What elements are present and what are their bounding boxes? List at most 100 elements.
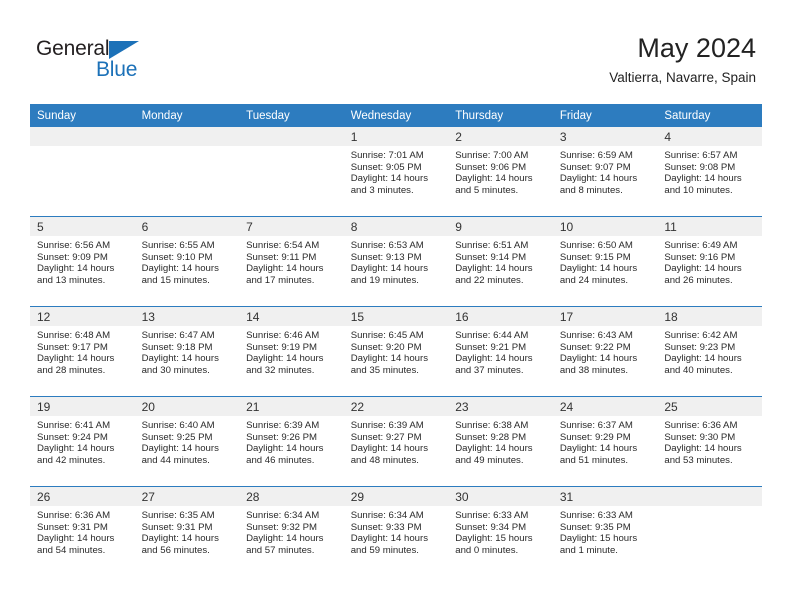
day-details: Sunrise: 6:34 AM Sunset: 9:32 PM Daylight:… — [239, 506, 344, 556]
daylight-text-line1: Daylight: 14 hours — [350, 533, 429, 545]
day-number — [657, 487, 762, 506]
calendar-day-cell[interactable]: 21 Sunrise: 6:39 AM Sunset: 9:26 PM Dayligh… — [239, 396, 344, 487]
daylight-text-line2: and 8 minutes. — [559, 184, 623, 196]
sunrise-text: Sunrise: 6:43 AM — [559, 330, 633, 341]
calendar-day-cell[interactable]: 25 Sunrise: 6:36 AM Sunset: 9:30 PM Dayligh… — [657, 396, 762, 487]
calendar-day-cell[interactable]: 11 Sunrise: 6:49 AM Sunset: 9:16 PM Dayligh… — [657, 216, 762, 307]
sunrise-text: Sunrise: 6:46 AM — [246, 330, 320, 341]
sunset-text: Sunset: 9:29 PM — [559, 431, 631, 443]
daylight-text-line2: and 19 minutes. — [350, 274, 419, 286]
sunset-text: Sunset: 9:26 PM — [246, 431, 318, 443]
daylight-text-line2: and 32 minutes. — [246, 364, 315, 376]
day-details: Sunrise: 6:44 AM Sunset: 9:21 PM Daylight:… — [448, 326, 553, 376]
day-details: Sunrise: 6:46 AM Sunset: 9:19 PM Daylight:… — [239, 326, 344, 376]
day-number: 15 — [343, 307, 449, 326]
day-number: 16 — [448, 307, 553, 326]
day-number: 14 — [239, 307, 344, 326]
day-number — [239, 127, 344, 146]
calendar-day-cell[interactable]: 3 Sunrise: 6:59 AM Sunset: 9:07 PM Daylight… — [552, 127, 658, 217]
daylight-text-line1: Daylight: 14 hours — [141, 353, 219, 365]
calendar-day-cell[interactable]: 22 Sunrise: 6:39 AM Sunset: 9:27 PM Dayligh… — [343, 396, 449, 487]
day-details: Sunrise: 6:36 AM Sunset: 9:31 PM Daylight:… — [30, 506, 135, 556]
sunrise-text: Sunrise: 6:57 AM — [664, 150, 738, 161]
calendar-day-cell[interactable]: 14 Sunrise: 6:46 AM Sunset: 9:19 PM Dayligh… — [239, 306, 344, 397]
sunset-text: Sunset: 9:24 PM — [37, 431, 108, 443]
daylight-text-line1: Daylight: 14 hours — [559, 353, 638, 365]
sunset-text: Sunset: 9:11 PM — [246, 251, 317, 263]
daylight-text-line2: and 17 minutes. — [246, 274, 315, 286]
calendar-day-cell[interactable]: 30 Sunrise: 6:33 AM Sunset: 9:34 PM Dayligh… — [448, 486, 553, 576]
day-number — [134, 127, 240, 146]
calendar-day-cell[interactable]: 18 Sunrise: 6:42 AM Sunset: 9:23 PM Dayligh… — [657, 306, 762, 397]
calendar-day-cell[interactable]: 24 Sunrise: 6:37 AM Sunset: 9:29 PM Dayligh… — [552, 396, 658, 487]
calendar-day-cell[interactable]: 16 Sunrise: 6:44 AM Sunset: 9:21 PM Dayligh… — [448, 306, 553, 397]
calendar-day-cell[interactable]: 29 Sunrise: 6:34 AM Sunset: 9:33 PM Dayligh… — [343, 486, 449, 576]
sunset-text: Sunset: 9:16 PM — [664, 251, 736, 263]
day-number: 8 — [343, 217, 449, 236]
calendar-day-cell-empty — [657, 486, 762, 576]
sunrise-text: Sunrise: 6:37 AM — [559, 420, 633, 431]
day-number: 30 — [448, 487, 553, 506]
calendar-day-cell[interactable]: 13 Sunrise: 6:47 AM Sunset: 9:18 PM Dayligh… — [134, 306, 240, 397]
sunset-text: Sunset: 9:27 PM — [350, 431, 422, 443]
calendar-day-cell[interactable]: 10 Sunrise: 6:50 AM Sunset: 9:15 PM Dayligh… — [552, 216, 658, 307]
daylight-text-line2: and 37 minutes. — [455, 364, 524, 376]
calendar-day-cell[interactable]: 4 Sunrise: 6:57 AM Sunset: 9:08 PM Daylight… — [657, 127, 762, 217]
daylight-text-line1: Daylight: 14 hours — [37, 533, 115, 545]
calendar-day-cell[interactable]: 27 Sunrise: 6:35 AM Sunset: 9:31 PM Dayligh… — [134, 486, 240, 576]
calendar-day-cell[interactable]: 5 Sunrise: 6:56 AM Sunset: 9:09 PM Daylight… — [30, 216, 135, 307]
calendar-day-cell[interactable]: 7 Sunrise: 6:54 AM Sunset: 9:11 PM Daylight… — [239, 216, 344, 307]
daylight-text-line2: and 48 minutes. — [350, 454, 419, 466]
calendar-day-cell[interactable]: 12 Sunrise: 6:48 AM Sunset: 9:17 PM Dayligh… — [30, 306, 135, 397]
day-cell-inner: 20 Sunrise: 6:40 AM Sunset: 9:25 PM Dayligh… — [134, 397, 240, 486]
daylight-text-line2: and 42 minutes. — [37, 454, 106, 466]
calendar-week-row: 12 Sunrise: 6:48 AM Sunset: 9:17 PM Dayligh… — [30, 306, 762, 397]
sunrise-text: Sunrise: 6:51 AM — [455, 240, 529, 251]
day-number: 12 — [30, 307, 135, 326]
day-cell-inner — [134, 127, 240, 216]
day-details: Sunrise: 6:45 AM Sunset: 9:20 PM Daylight:… — [344, 326, 449, 376]
calendar-day-cell[interactable]: 6 Sunrise: 6:55 AM Sunset: 9:10 PM Daylight… — [134, 216, 240, 307]
day-cell-inner: 23 Sunrise: 6:38 AM Sunset: 9:28 PM Dayligh… — [448, 397, 553, 486]
day-cell-inner: 24 Sunrise: 6:37 AM Sunset: 9:29 PM Dayligh… — [552, 397, 658, 486]
day-number: 22 — [343, 397, 449, 416]
calendar-day-cell[interactable]: 20 Sunrise: 6:40 AM Sunset: 9:25 PM Dayligh… — [134, 396, 240, 487]
logo-text-general: General — [36, 37, 110, 60]
calendar-day-cell[interactable]: 1 Sunrise: 7:01 AM Sunset: 9:05 PM Daylight… — [343, 127, 449, 217]
day-details: Sunrise: 6:55 AM Sunset: 9:10 PM Daylight:… — [135, 236, 240, 286]
calendar-day-cell[interactable]: 31 Sunrise: 6:33 AM Sunset: 9:35 PM Dayligh… — [552, 486, 658, 576]
calendar-day-cell[interactable]: 2 Sunrise: 7:00 AM Sunset: 9:06 PM Daylight… — [448, 127, 553, 217]
day-details: Sunrise: 6:34 AM Sunset: 9:33 PM Daylight:… — [344, 506, 449, 556]
sunset-text: Sunset: 9:17 PM — [37, 341, 108, 353]
daylight-text-line2: and 46 minutes. — [246, 454, 315, 466]
day-number: 25 — [657, 397, 762, 416]
sunrise-text: Sunrise: 6:36 AM — [664, 420, 738, 431]
day-cell-inner: 26 Sunrise: 6:36 AM Sunset: 9:31 PM Dayligh… — [30, 487, 135, 576]
calendar-day-cell[interactable]: 17 Sunrise: 6:43 AM Sunset: 9:22 PM Dayligh… — [552, 306, 658, 397]
day-number: 2 — [448, 127, 553, 146]
sunset-text: Sunset: 9:22 PM — [559, 341, 631, 353]
day-cell-inner: 27 Sunrise: 6:35 AM Sunset: 9:31 PM Dayligh… — [134, 487, 240, 576]
calendar-day-cell[interactable]: 15 Sunrise: 6:45 AM Sunset: 9:20 PM Dayligh… — [343, 306, 449, 397]
daylight-text-line1: Daylight: 14 hours — [141, 443, 219, 455]
sunrise-text: Sunrise: 6:40 AM — [141, 420, 215, 431]
sunset-text: Sunset: 9:08 PM — [664, 161, 736, 173]
logo-text-blue: Blue — [96, 58, 138, 81]
calendar-body: 1 Sunrise: 7:01 AM Sunset: 9:05 PM Daylight… — [30, 127, 762, 576]
weekday-header-saturday: Saturday — [657, 104, 762, 127]
generalblue-logo: General Blue — [36, 38, 166, 84]
daylight-text-line2: and 54 minutes. — [37, 544, 106, 556]
calendar-day-cell[interactable]: 19 Sunrise: 6:41 AM Sunset: 9:24 PM Dayligh… — [30, 396, 135, 487]
day-cell-inner: 22 Sunrise: 6:39 AM Sunset: 9:27 PM Dayligh… — [343, 397, 449, 486]
sunrise-text: Sunrise: 6:35 AM — [141, 510, 215, 521]
day-details: Sunrise: 6:36 AM Sunset: 9:30 PM Daylight:… — [657, 416, 762, 466]
calendar-day-cell[interactable]: 28 Sunrise: 6:34 AM Sunset: 9:32 PM Dayligh… — [239, 486, 344, 576]
calendar-day-cell[interactable]: 23 Sunrise: 6:38 AM Sunset: 9:28 PM Dayligh… — [448, 396, 553, 487]
calendar-day-cell[interactable]: 8 Sunrise: 6:53 AM Sunset: 9:13 PM Daylight… — [343, 216, 449, 307]
calendar-day-cell[interactable]: 9 Sunrise: 6:51 AM Sunset: 9:14 PM Daylight… — [448, 216, 553, 307]
weekday-header-thursday: Thursday — [448, 104, 553, 127]
sunset-text: Sunset: 9:10 PM — [141, 251, 213, 263]
day-number: 21 — [239, 397, 344, 416]
calendar-day-cell-empty — [239, 127, 344, 217]
calendar-day-cell[interactable]: 26 Sunrise: 6:36 AM Sunset: 9:31 PM Dayligh… — [30, 486, 135, 576]
